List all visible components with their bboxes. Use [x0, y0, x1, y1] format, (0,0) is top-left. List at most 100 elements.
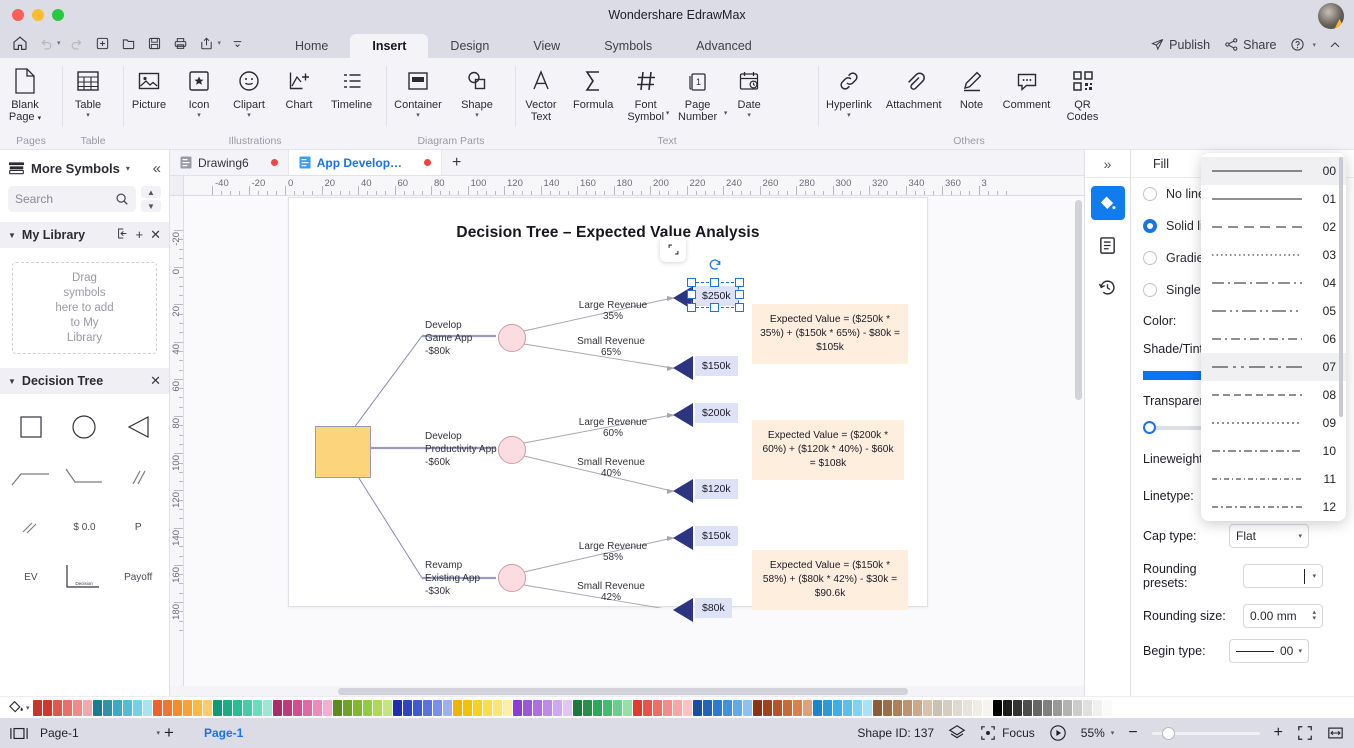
publish-button[interactable]: Publish	[1146, 35, 1214, 54]
branch-label-1[interactable]: Develop Game App	[425, 320, 472, 345]
chevron-down-icon[interactable]: ▾	[1298, 647, 1302, 655]
share-button[interactable]: Share	[1220, 35, 1280, 54]
zoom-slider[interactable]	[1151, 726, 1260, 740]
page-number-caret-icon[interactable]: ▾	[724, 110, 728, 118]
formula-button[interactable]: Formula	[566, 62, 620, 111]
palette-swatch[interactable]	[642, 699, 652, 716]
palette-swatch[interactable]	[192, 699, 202, 716]
close-window-button[interactable]	[12, 9, 24, 21]
palette-swatch[interactable]	[362, 699, 372, 716]
radio-single[interactable]	[1143, 283, 1157, 297]
icon-caret-icon[interactable]: ▾	[197, 112, 201, 120]
horizontal-ruler[interactable]: -40 -20 0 20 40 60 80 100 120 140 160 180 200 220 240 2…	[184, 176, 1084, 196]
hyperlink-button[interactable]: Hyperlink ▾	[819, 62, 879, 120]
palette-swatch[interactable]	[1102, 699, 1112, 716]
rounding-size-input[interactable]: 0.00 mm ▴ ▾	[1243, 604, 1323, 628]
palette-swatch[interactable]	[202, 699, 212, 716]
root-decision-node[interactable]	[315, 426, 371, 478]
fit-selection-button[interactable]	[660, 236, 686, 262]
new-document-tab-button[interactable]: +	[442, 150, 471, 175]
palette-swatch[interactable]	[132, 699, 142, 716]
palette-swatch[interactable]	[882, 699, 892, 716]
home-icon[interactable]	[8, 32, 32, 54]
palette-swatch[interactable]	[212, 699, 222, 716]
palette-swatch[interactable]	[982, 699, 992, 716]
ruler-corner[interactable]	[170, 176, 184, 196]
container-button[interactable]: Container ▾	[387, 62, 449, 120]
linetype-option-07[interactable]: 07	[1201, 353, 1346, 381]
fit-width-button[interactable]	[1327, 725, 1344, 741]
palette-swatch[interactable]	[472, 699, 482, 716]
comment-button[interactable]: Comment	[995, 62, 1059, 111]
symbol-double-slash[interactable]	[111, 452, 165, 502]
palette-swatch[interactable]	[112, 699, 122, 716]
chart-button[interactable]: Chart	[274, 62, 324, 111]
add-page-button[interactable]: +	[164, 723, 174, 743]
vertical-scrollbar[interactable]	[1075, 200, 1082, 400]
palette-swatch[interactable]	[562, 699, 572, 716]
zoom-in-button[interactable]: +	[1274, 724, 1283, 742]
layers-button[interactable]	[948, 724, 966, 742]
palette-swatch[interactable]	[272, 699, 282, 716]
more-commands-icon[interactable]	[225, 32, 249, 54]
payoff-value-1-2[interactable]: $150k	[695, 356, 738, 376]
branch-cost-1[interactable]: -$80k	[425, 346, 450, 359]
palette-swatch[interactable]	[912, 699, 922, 716]
palette-swatch[interactable]	[622, 699, 632, 716]
callout-2[interactable]: Expected Value = ($200k * 60%) + ($120k …	[752, 420, 904, 480]
palette-swatch[interactable]	[872, 699, 882, 716]
icon-button[interactable]: Icon ▾	[174, 62, 224, 120]
focus-button[interactable]: Focus	[980, 725, 1035, 741]
palette-swatch[interactable]	[372, 699, 382, 716]
outcome-label-3-1[interactable]: Large Revenue 58%	[571, 541, 655, 563]
linetype-option-06[interactable]: 06	[1201, 325, 1346, 353]
palette-swatch[interactable]	[602, 699, 612, 716]
terminal-triangle-2-1[interactable]	[673, 403, 693, 427]
clipart-button[interactable]: Clipart ▾	[224, 62, 274, 120]
branch-label-3[interactable]: Revamp Existing App	[425, 560, 480, 585]
palette-swatch[interactable]	[142, 699, 152, 716]
symbol-double-slash-small[interactable]	[4, 502, 58, 552]
palette-swatch[interactable]	[942, 699, 952, 716]
palette-swatch[interactable]	[702, 699, 712, 716]
palette-swatch[interactable]	[582, 699, 592, 716]
payoff-value-2-1[interactable]: $200k	[695, 403, 738, 423]
expand-right-panel-icon[interactable]: »	[1085, 150, 1130, 178]
palette-swatch[interactable]	[962, 699, 972, 716]
selection-handle-mr[interactable]	[735, 290, 744, 299]
radio-solid-line[interactable]	[1143, 219, 1157, 233]
selection-handle-tc[interactable]	[710, 278, 719, 287]
page-view-toggle[interactable]	[10, 726, 28, 741]
font-symbol-button[interactable]: Font Symbol ▾	[620, 62, 671, 132]
palette-swatch[interactable]	[32, 699, 42, 716]
palette-swatch[interactable]	[402, 699, 412, 716]
palette-swatch[interactable]	[922, 699, 932, 716]
tab-advanced[interactable]: Advanced	[674, 34, 774, 58]
palette-swatch[interactable]	[722, 699, 732, 716]
palette-swatch[interactable]	[222, 699, 232, 716]
shape-button[interactable]: Shape ▾	[449, 62, 505, 120]
color-palette[interactable]: ▾	[0, 696, 1354, 718]
collapse-ribbon-button[interactable]	[1324, 36, 1346, 54]
palette-swatch[interactable]	[502, 699, 512, 716]
selection-handle-br[interactable]	[735, 303, 744, 312]
chance-node-1[interactable]	[498, 324, 526, 352]
palette-swatch[interactable]	[232, 699, 242, 716]
symbol-elbow-line[interactable]	[4, 452, 58, 502]
selection-handle-ml[interactable]	[687, 290, 696, 299]
page-selector[interactable]: Page-1 ▾	[40, 726, 160, 740]
palette-swatch[interactable]	[242, 699, 252, 716]
export-icon[interactable]	[195, 32, 219, 54]
palette-swatch[interactable]	[862, 699, 872, 716]
cap-type-select[interactable]: Flat ▾	[1229, 524, 1309, 548]
palette-swatch[interactable]	[392, 699, 402, 716]
symbols-panel-caret-icon[interactable]: ▾	[126, 164, 130, 173]
add-icon[interactable]: +	[136, 227, 144, 243]
rounding-presets-select[interactable]: ▾	[1243, 564, 1323, 588]
palette-swatch[interactable]	[312, 699, 322, 716]
outcome-label-1-1[interactable]: Large Revenue 35%	[571, 300, 655, 322]
palette-swatch[interactable]	[752, 699, 762, 716]
palette-swatch[interactable]	[452, 699, 462, 716]
palette-swatch[interactable]	[672, 699, 682, 716]
palette-swatch[interactable]	[332, 699, 342, 716]
